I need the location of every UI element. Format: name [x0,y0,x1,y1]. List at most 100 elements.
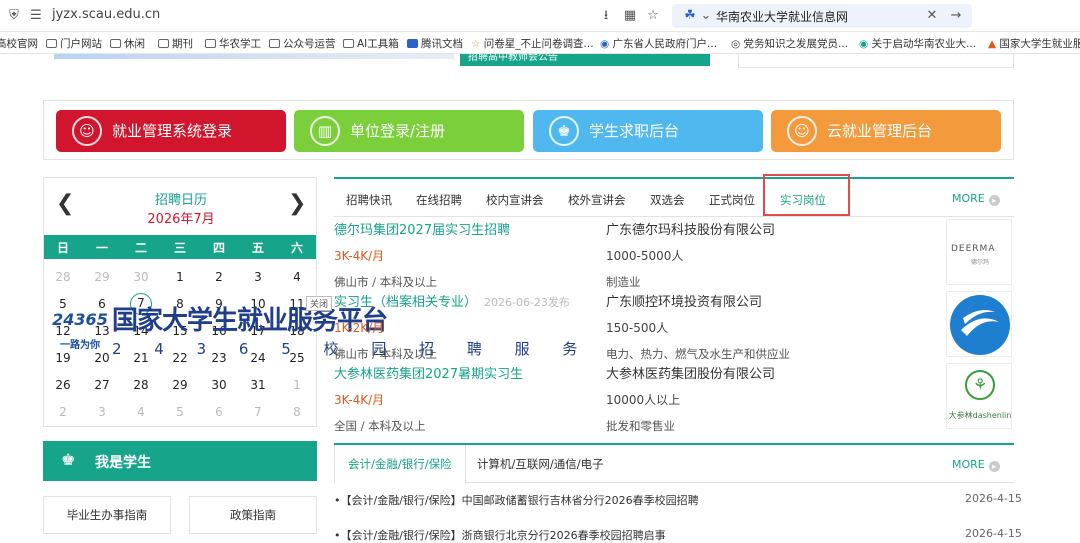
news-title[interactable]: •【会计/金融/银行/保险】中国邮政储蓄银行吉林省分行2026春季校园招聘 [334,494,699,507]
close-icon[interactable]: ✕ [924,8,940,24]
cloud-admin-button[interactable]: ☺ 云就业管理后台 [771,110,1001,152]
employer-login-button[interactable]: ▥ 单位登录/注册 [294,110,524,152]
bookmark-item[interactable]: ◉ 关于启动华南农业大... [859,36,976,51]
bookmark-folder[interactable]: 门户网站 [46,36,102,51]
student-section-header: ♚ 我是学生 [43,441,317,481]
company-size: 10000人以上 [606,393,681,407]
tab-offcampus-talks[interactable]: 校外宣讲会 [568,192,626,208]
job-title[interactable]: 实习生（档案相关专业） [334,291,477,310]
bookmark-item[interactable]: ◉ 广东省人民政府门户... [600,36,717,51]
bookmark-folder[interactable]: 休闲 [110,36,145,51]
calendar-day[interactable]: 7 [239,405,277,419]
calendar-day[interactable]: 30 [200,378,238,392]
news-item[interactable]: •【会计/金融/银行/保险】中国邮政储蓄银行吉林省分行2026春季校园招聘 20… [334,492,1022,508]
scau-icon: ◉ [859,38,869,50]
job-title[interactable]: 大参林医药集团2027暑期实习生 [334,363,523,382]
tab-fulltime-jobs[interactable]: 正式岗位 [709,192,755,208]
notice-link[interactable]: 招聘高中教师会公告 [460,54,710,66]
star-icon: ☆ [471,38,481,50]
job-title[interactable]: 德尔玛集团2027届实习生招聘 [334,219,510,238]
docs-icon [407,39,418,48]
calendar-day[interactable]: 5 [161,405,199,419]
job-location: 佛山市 / 本科及以上 [334,275,438,289]
bookmark-label: 广东省人民政府门户... [612,38,718,50]
tab-it[interactable]: 计算机/互联网/通信/电子 [464,445,617,483]
company-size: 1000-5000人 [606,249,684,263]
notice-text: 招聘高中教师会公告 [468,54,558,63]
calendar-day[interactable]: 29 [83,270,121,284]
company-name[interactable]: 大参林医药集团股份有限公司 [606,363,775,382]
news-title[interactable]: •【会计/金融/银行/保险】浙商银行北京分行2026春季校园招聘启事 [334,529,666,542]
calendar-day[interactable]: 28 [122,378,160,392]
calendar-day[interactable]: 31 [239,378,277,392]
calendar-day[interactable]: 1 [278,378,316,392]
bookmark-star-icon[interactable]: ☆ [645,8,661,24]
browser-tab[interactable]: ☘ ⌄ 华南农业大学就业信息网 ✕ → [672,4,972,28]
calendar-day[interactable]: 1 [161,270,199,284]
calendar-day[interactable]: 4 [278,270,316,284]
bookmark-label: AI工具箱 [357,38,399,50]
bookmark-folder[interactable]: 公众号运营 [269,36,336,51]
job-location: 全国 / 本科及以上 [334,419,426,433]
calendar-day[interactable]: 4 [122,405,160,419]
address-bar[interactable]: jyzx.scau.edu.cn [52,7,160,22]
job-tabs: 招聘快讯 在线招聘 校内宣讲会 校外宣讲会 双选会 正式岗位 实习岗位 MORE… [334,174,1014,217]
bookmark-item[interactable]: 腾讯文档 [407,36,463,51]
graduate-guide-button[interactable]: 毕业生办事指南 [43,496,171,534]
bookmark-folder[interactable]: AI工具箱 [343,36,399,51]
site-info-icon[interactable]: ☰ [28,8,44,24]
admin-login-button[interactable]: ☺ 就业管理系统登录 [56,110,286,152]
bookmark-folder[interactable]: 华农学工 [205,36,261,51]
weekday-label: 五 [251,241,264,255]
tab-job-fair[interactable]: 双选会 [650,192,685,208]
calendar-day[interactable]: 3 [239,270,277,284]
more-link[interactable]: MORE ▸ [952,192,1000,206]
bookmark-item[interactable]: ▲ 国家大学生就业服 [988,36,1080,51]
calendar-day[interactable]: 8 [278,405,316,419]
paw-icon: ☘ [684,8,696,23]
banner-close-button[interactable]: 关闭 [306,296,333,311]
job-salary: 1K-2K/月 [334,321,385,335]
student-backend-button[interactable]: ♚ 学生求职后台 [533,110,763,152]
calendar-day[interactable]: 3 [83,405,121,419]
job-row[interactable]: 实习生（档案相关专业） 2026-06-23发布 1K-2K/月 佛山市 / 本… [334,291,1014,363]
chevron-down-icon[interactable]: ⌄ [698,8,714,24]
policy-guide-button[interactable]: 政策指南 [189,496,317,534]
bookmark-item[interactable]: 高校官网 [0,36,38,51]
ad-banner[interactable]: 24365 一路为你 国家大学生就业服务平台 2 4 3 6 5 校 园 招 聘… [52,296,577,364]
tab-campus-talks[interactable]: 校内宣讲会 [486,192,544,208]
job-row[interactable]: 大参林医药集团2027暑期实习生 3K-4K/月 全国 / 本科及以上 大参林医… [334,363,1014,435]
shield-icon[interactable]: ⛨ [6,8,22,24]
leaf-icon: ⚘ [965,370,995,400]
news-item[interactable]: •【会计/金融/银行/保险】浙商银行北京分行2026春季校园招聘启事 2026-… [334,527,1022,543]
company-name[interactable]: 广东顺控环境投资有限公司 [606,291,762,310]
company-logo: DEERMA 德尔玛 [946,219,1012,285]
calendar-day[interactable]: 2 [200,270,238,284]
download-icon[interactable]: ⭳ [598,8,614,24]
calendar-month: 2026年7月 [147,212,215,227]
bookmark-folder[interactable]: 期刊 [158,36,193,51]
calendar-day[interactable]: 29 [161,378,199,392]
company-name[interactable]: 广东德尔玛科技股份有限公司 [606,219,775,238]
calendar-day[interactable]: 6 [200,405,238,419]
tab-online-recruit[interactable]: 在线招聘 [416,192,462,208]
button-label: 就业管理系统登录 [112,122,233,140]
next-month-arrow-icon[interactable]: ❯ [288,192,306,216]
calendar-day[interactable]: 28 [44,270,82,284]
tab-recruit-news[interactable]: 招聘快讯 [346,192,392,208]
calendar-day[interactable]: 2 [44,405,82,419]
calendar-day[interactable]: 27 [83,378,121,392]
tab-finance[interactable]: 会计/金融/银行/保险 [334,445,466,484]
qr-code-icon[interactable]: ▦ [622,8,638,24]
calendar-day[interactable]: 30 [122,270,160,284]
bookmark-item[interactable]: ☆ 问卷星_不止问卷调查... [471,36,594,51]
bookmark-item[interactable]: ◎ 党务知识之发展党员... [731,36,848,51]
folder-icon [269,39,280,48]
forward-icon[interactable]: → [948,8,964,24]
more-link[interactable]: MORE ▸ [952,458,1000,472]
bookmark-label: 国家大学生就业服 [999,38,1080,50]
news-date: 2026-4-15 [965,527,1022,540]
logo-text: DEERMA [951,244,996,254]
job-row[interactable]: 德尔玛集团2027届实习生招聘 3K-4K/月 佛山市 / 本科及以上 广东德尔… [334,219,1014,291]
calendar-day[interactable]: 26 [44,378,82,392]
